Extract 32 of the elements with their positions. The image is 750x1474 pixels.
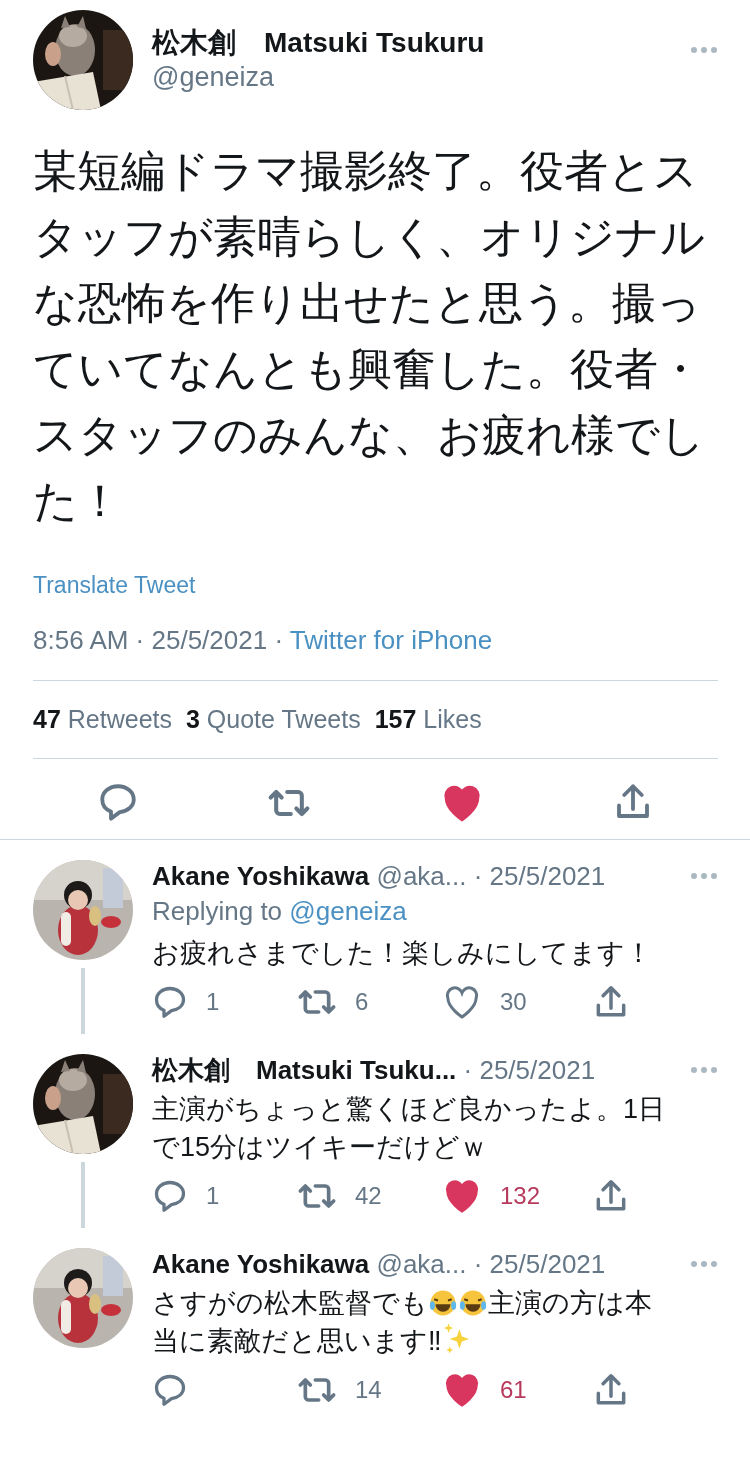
reply-author-name[interactable]: Akane Yoshikawa	[152, 1248, 370, 1280]
like-count: 132	[500, 1182, 541, 1210]
stat-link[interactable]: 3 Quote Tweets	[186, 705, 361, 734]
reply-date: · 25/5/2021	[472, 1248, 606, 1280]
replying-to-text: Replying to @geneiza	[152, 895, 408, 928]
reply-text: さすがの松木監督でも 主演の方は本当に素敵だと思います‼	[152, 1287, 653, 1358]
reply-author-handle[interactable]: @aka...	[369, 860, 467, 892]
reply-date: · 25/5/2021	[462, 1054, 596, 1086]
retweet-count: 6	[355, 988, 369, 1016]
reply-author-name[interactable]: 松木創 Matsuki Tsuku...	[152, 1054, 457, 1086]
like-count: 61	[500, 1376, 527, 1404]
reply-icon[interactable]	[152, 984, 188, 1020]
retweet-count: 42	[355, 1182, 382, 1210]
laughing-emoji-icon	[428, 1288, 458, 1318]
like-count: 30	[500, 988, 527, 1016]
reply-author-handle[interactable]: @aka...	[369, 1248, 467, 1280]
reply-date: · 25/5/2021	[472, 860, 606, 892]
retweet-count: 14	[355, 1376, 382, 1404]
tweet-timestamp: 8:56 AM · 25/5/2021 · Twitter for iPhone	[33, 625, 718, 681]
reply-icon[interactable]	[152, 1372, 188, 1408]
reply-author-name[interactable]: Akane Yoshikawa	[152, 860, 370, 892]
reply-text: お疲れさまでした！楽しみにしてます！	[152, 937, 653, 970]
author-name[interactable]: 松木創 Matsuki Tsukuru	[152, 26, 671, 60]
reply-text: 主演がちょっと驚くほど良かったよ。1日で15分はツイキーだけどｗ	[152, 1093, 667, 1164]
reply-icon[interactable]	[152, 1178, 188, 1214]
reply-count: 1	[206, 1182, 220, 1210]
laughing-emoji-icon	[458, 1288, 488, 1318]
reply-count: 1	[206, 988, 220, 1016]
stat-link[interactable]: 157 Likes	[374, 705, 482, 734]
stat-link[interactable]: 47 Retweets	[33, 705, 172, 734]
tweet-text: 某短編ドラマ撮影終了。役者とスタッフが素晴らしく、オリジナルな恐怖を作り出せたと思う。撮っていてなんとも興奮した。役者・スタッフのみんな、お疲れ様でした！	[33, 145, 706, 527]
author-handle[interactable]: @geneiza	[152, 60, 671, 94]
